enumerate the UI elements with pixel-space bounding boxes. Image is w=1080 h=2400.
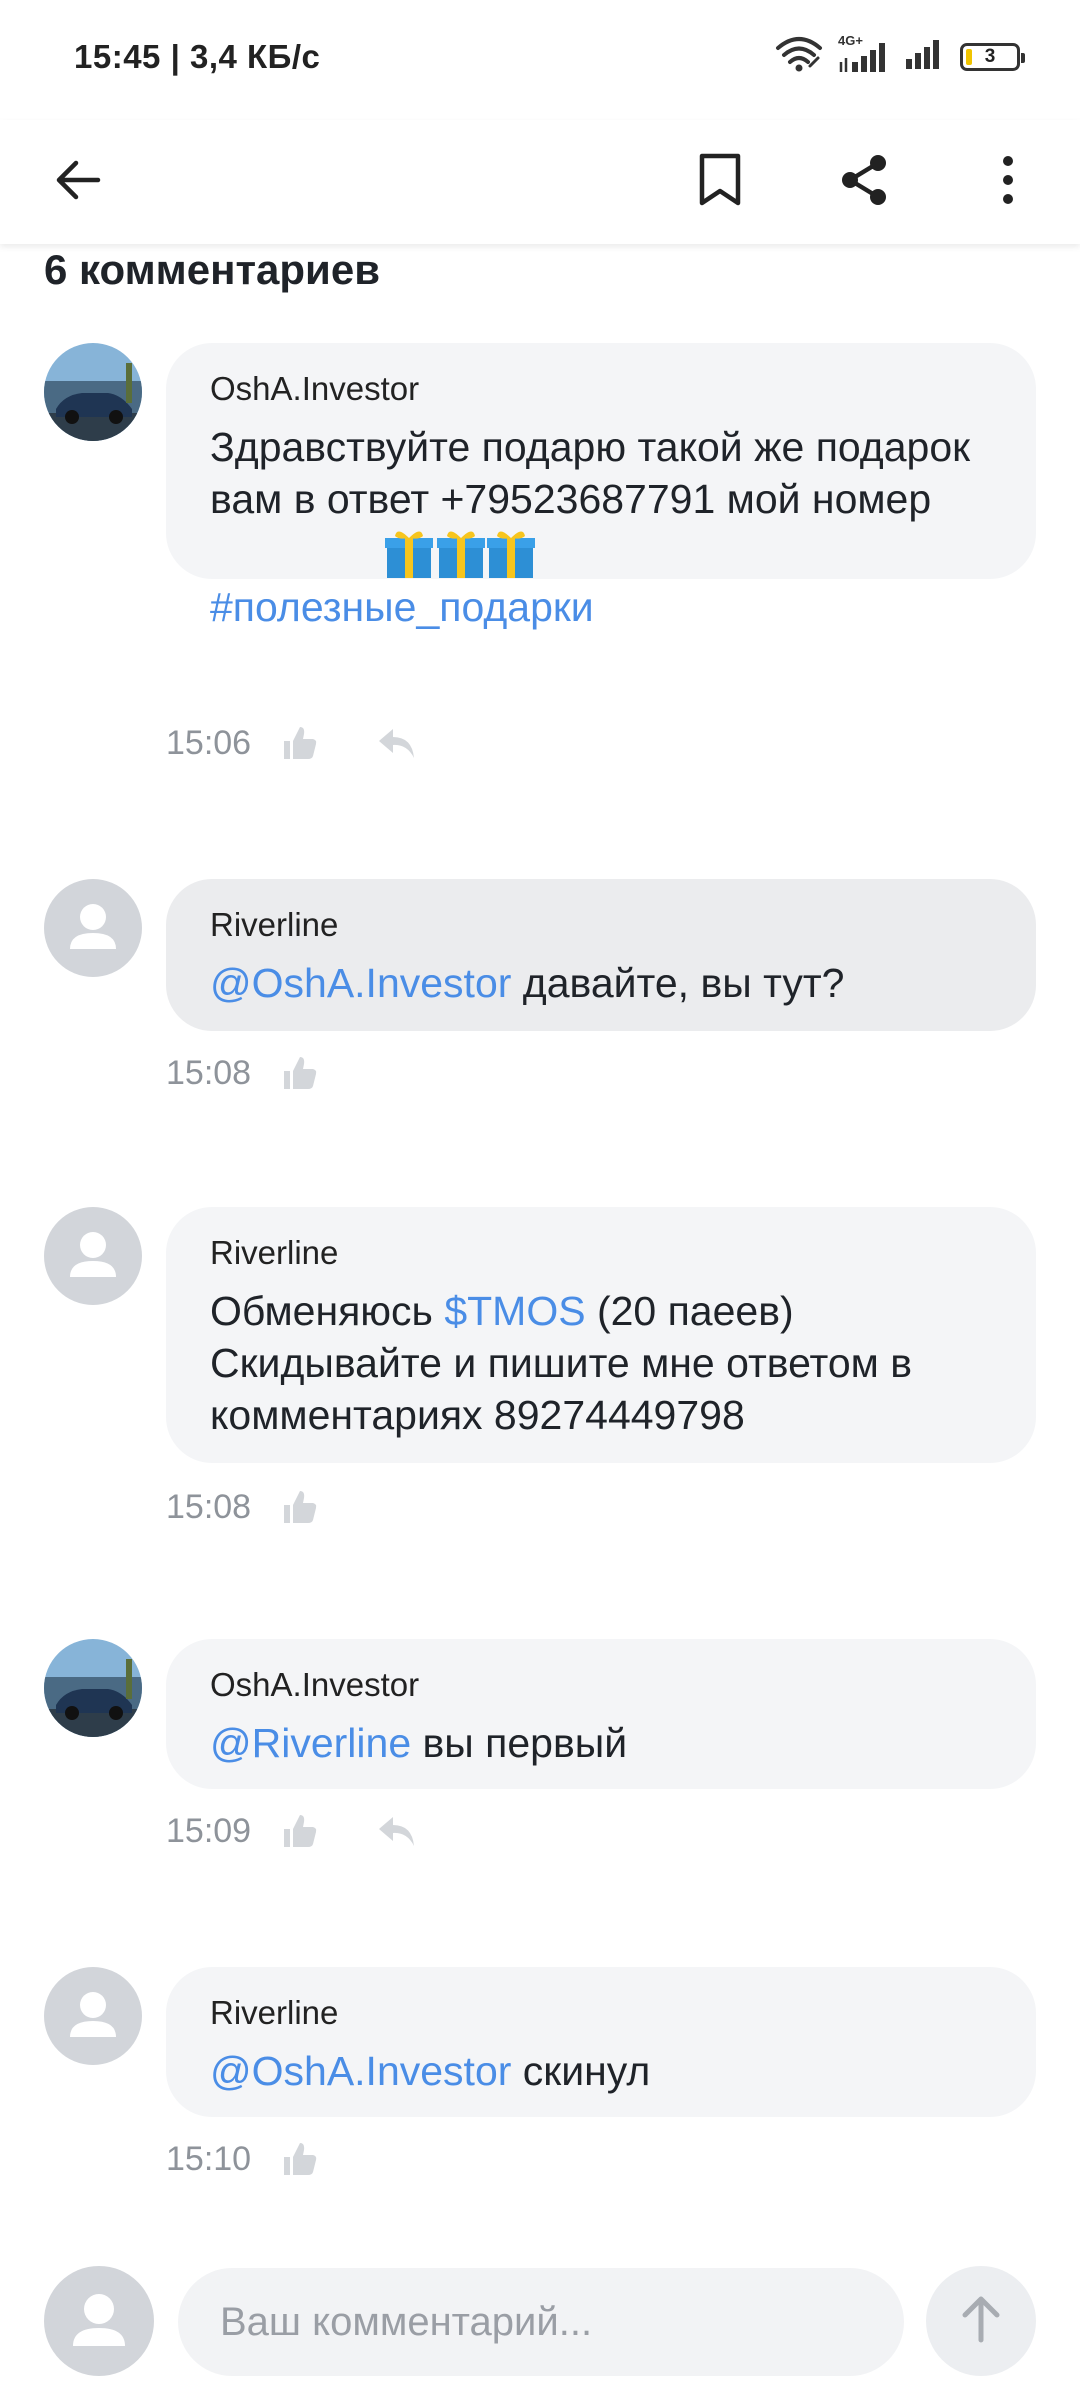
comment-time: 15:10 [166, 2139, 252, 2178]
comment-text: @OshA.Investor скинул [210, 2045, 992, 2097]
avatar-placeholder-icon [44, 2266, 154, 2376]
more-vertical-icon [998, 154, 1018, 211]
mention-link[interactable]: @OshA.Investor [210, 2048, 511, 2094]
status-time: 15:45 | 3,4 КБ/с [74, 38, 321, 75]
battery-icon: 3 [960, 42, 1025, 71]
network-type-label: 4G+ [838, 32, 863, 48]
comment-text: Обменяюсь $TMOS (20 паеев) Скидывайте и … [210, 1285, 992, 1441]
car-photo-avatar [44, 343, 142, 441]
gift-icon [385, 531, 535, 578]
like-icon[interactable] [279, 1811, 319, 1851]
user-placeholder-icon [70, 1232, 116, 1277]
comment-text: Здравствуйте подарю такой же подарок вам… [210, 421, 992, 525]
comment-text-body: Здравствуйте подарю такой же подарок вам… [210, 424, 971, 522]
like-icon[interactable] [279, 1487, 319, 1527]
wifi-icon [774, 36, 824, 77]
comment-text: @Riverline вы первый [210, 1717, 992, 1769]
reply-icon[interactable] [377, 723, 417, 763]
comment-bubble: Riverline @OshA.Investor скинул [166, 1967, 1036, 2117]
comment-time: 15:08 [166, 1487, 252, 1526]
comments-count-heading: 6 комментариев [44, 246, 381, 293]
reply-icon[interactable] [377, 1811, 417, 1851]
back-arrow-icon [52, 154, 104, 211]
comment-bubble: OshA.Investor Здравствуйте подарю такой … [166, 343, 1036, 630]
back-button[interactable] [38, 142, 118, 222]
avatar[interactable] [44, 1967, 142, 2065]
comment-meta: 15:08 [166, 1487, 319, 1527]
comment-text: @OshA.Investor давайте, вы тут? [210, 957, 992, 1009]
comment-author[interactable]: Riverline [210, 1993, 992, 2033]
mention-link[interactable]: @OshA.Investor [210, 960, 511, 1006]
bookmark-button[interactable] [680, 142, 760, 222]
ticker-link[interactable]: $TMOS [444, 1288, 585, 1334]
avatar[interactable] [44, 343, 142, 441]
comment-author[interactable]: OshA.Investor [210, 1665, 992, 1705]
car-photo-avatar [44, 1639, 142, 1737]
hashtag-link[interactable]: #полезные_подарки [210, 581, 992, 633]
avatar[interactable] [44, 1207, 142, 1305]
signal-icon: 4G+ [838, 33, 890, 74]
avatar[interactable] [44, 1639, 142, 1737]
battery-level: 3 [984, 45, 996, 67]
like-icon[interactable] [279, 1053, 319, 1093]
bookmark-icon [697, 152, 743, 213]
status-icons: 4G+ 3 [774, 33, 1025, 77]
comment-text-body: Обменяюсь [210, 1288, 445, 1334]
user-placeholder-icon [70, 1992, 116, 2037]
comment-meta: 15:08 [166, 1053, 319, 1093]
gift-emoji [210, 525, 992, 581]
comment-bubble: Riverline Обменяюсь $TMOS (20 паеев) Ски… [166, 1207, 1036, 1463]
comment-meta: 15:06 [166, 723, 417, 763]
comment-bubble: OshA.Investor @Riverline вы первый [166, 1639, 1036, 1789]
comment-meta: 15:10 [166, 2139, 319, 2179]
comment-time: 15:08 [166, 1053, 252, 1092]
share-icon [836, 152, 892, 213]
top-toolbar [0, 120, 1080, 244]
comment-author[interactable]: OshA.Investor [210, 369, 992, 409]
comment-text-body: давайте, вы тут? [511, 960, 845, 1006]
user-placeholder-icon [70, 904, 116, 949]
share-button[interactable] [824, 142, 904, 222]
comment-composer [0, 2250, 1080, 2400]
comment-text-body: скинул [511, 2048, 651, 2094]
avatar[interactable] [44, 879, 142, 977]
comment-author[interactable]: Riverline [210, 905, 992, 945]
comment-time: 15:06 [166, 723, 252, 762]
comment-time: 15:09 [166, 1811, 252, 1850]
status-bar: 15:45 | 3,4 КБ/с 4G+ 3 [0, 0, 1080, 120]
comment-meta: 15:09 [166, 1811, 417, 1851]
comment-input[interactable] [178, 2268, 904, 2376]
battery-fill [966, 48, 972, 65]
more-button[interactable] [968, 142, 1048, 222]
comment-bubble: Riverline @OshA.Investor давайте, вы тут… [166, 879, 1036, 1031]
mention-link[interactable]: @Riverline [210, 1720, 411, 1766]
comment-author[interactable]: Riverline [210, 1233, 992, 1273]
like-icon[interactable] [279, 723, 319, 763]
like-icon[interactable] [279, 2139, 319, 2179]
signal-icon [904, 37, 946, 76]
send-button[interactable] [926, 2266, 1036, 2376]
send-arrow-icon [958, 2294, 1004, 2349]
comment-text-body: вы первый [411, 1720, 628, 1766]
